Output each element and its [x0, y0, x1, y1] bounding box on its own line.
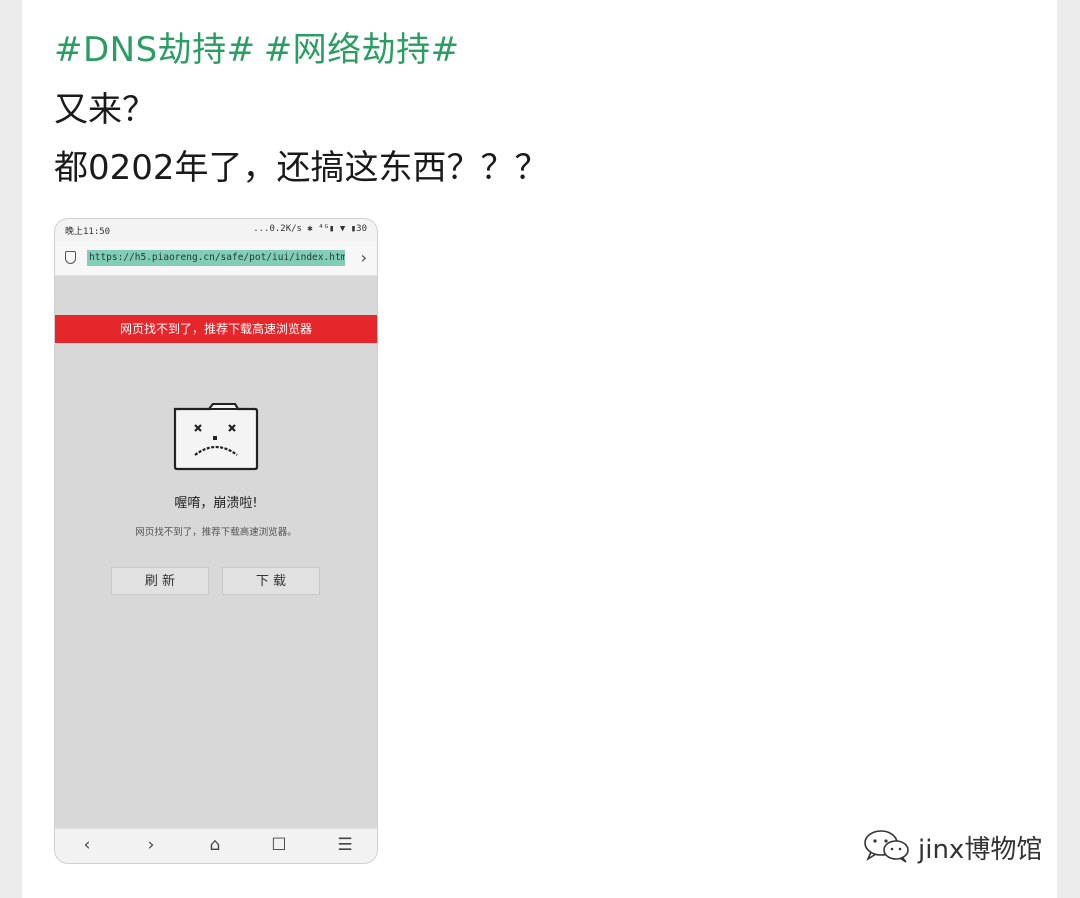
shield-icon	[65, 251, 76, 264]
hashtag-dns-hijack[interactable]: #DNS劫持#	[54, 30, 256, 70]
error-title: 喔唷，崩溃啦!	[174, 496, 258, 511]
hashtag-network-hijack[interactable]: #网络劫持#	[264, 30, 460, 70]
post-text-line-1: 又来？	[54, 90, 156, 130]
phone-status-bar: 晚上11:50 ...0.2K/s ✱ ⁴ᴳ▮ ▼ ▮30	[55, 219, 377, 241]
browser-url-bar: https://h5.piaoreng.cn/safe/pot/iui/inde…	[55, 241, 377, 276]
home-icon[interactable]: ⌂	[203, 835, 227, 855]
phone-nav-bar: ‹ › ⌂ ☐ ☰	[55, 828, 377, 863]
watermark-text: jinx博物馆	[918, 835, 1043, 865]
url-text: https://h5.piaoreng.cn/safe/pot/iui/inde…	[87, 250, 345, 266]
tabs-icon[interactable]: ☐	[267, 835, 291, 855]
phone-screenshot[interactable]: 晚上11:50 ...0.2K/s ✱ ⁴ᴳ▮ ▼ ▮30 https://h5…	[54, 218, 378, 864]
red-banner: 网页找不到了，推荐下载高速浏览器	[55, 315, 377, 343]
wechat-icon	[864, 830, 909, 863]
menu-icon[interactable]: ☰	[333, 835, 357, 855]
post-text-line-2: 都0202年了，还搞这东西？？？	[54, 148, 549, 188]
download-button[interactable]: 下 载	[222, 567, 320, 595]
sad-folder-icon	[173, 403, 259, 471]
hashtag-line: #DNS劫持# #网络劫持#	[54, 22, 468, 71]
status-indicators: ...0.2K/s ✱ ⁴ᴳ▮ ▼ ▮30	[253, 224, 367, 234]
error-subtitle: 网页找不到了，推荐下载高速浏览器。	[135, 527, 297, 538]
forward-icon[interactable]: ›	[139, 835, 163, 855]
back-icon[interactable]: ‹	[75, 835, 99, 855]
status-time: 晚上11:50	[65, 227, 111, 237]
refresh-button[interactable]: 刷 新	[111, 567, 209, 595]
chevron-right-icon: ›	[360, 248, 367, 267]
